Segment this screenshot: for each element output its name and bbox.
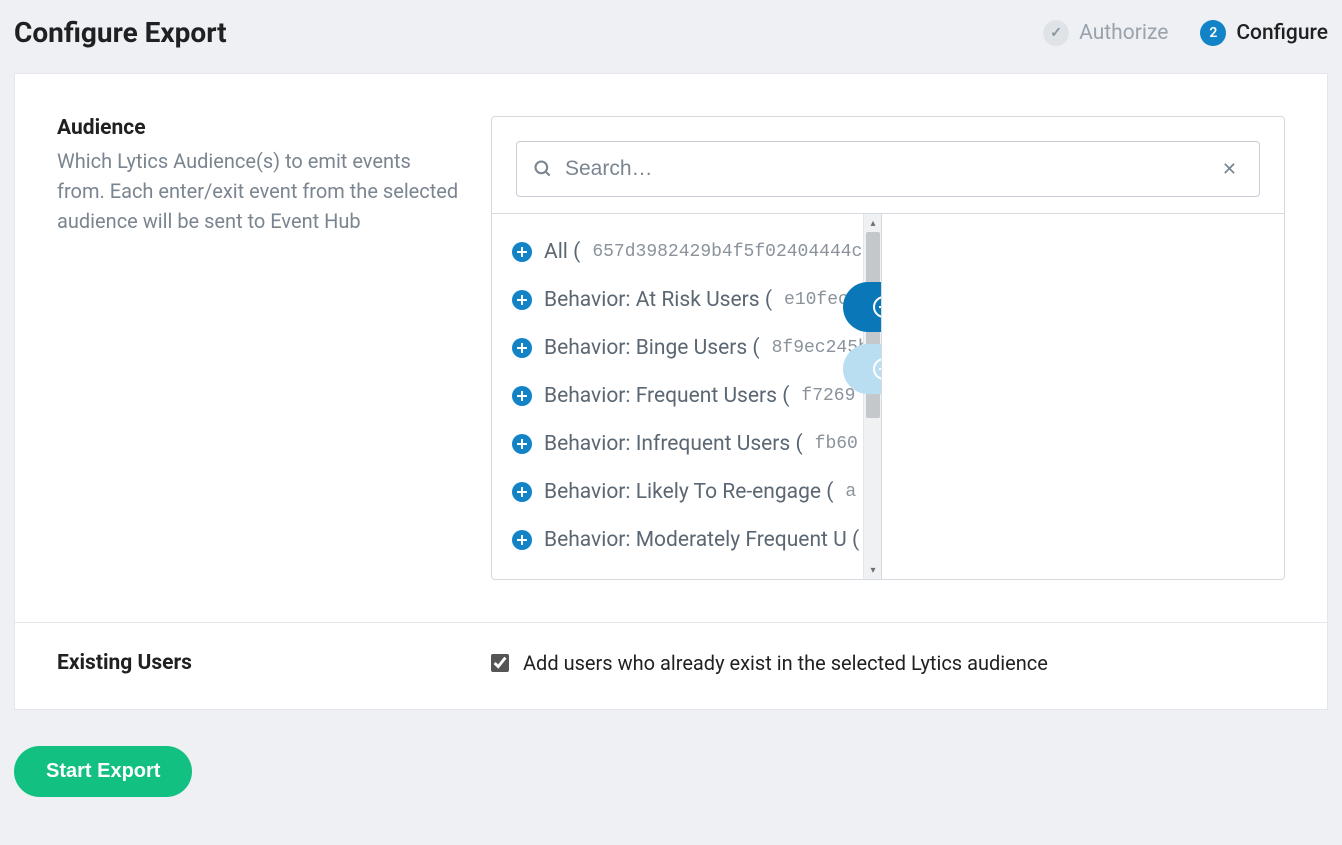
step-configure-badge: 2	[1200, 20, 1226, 46]
step-authorize-label: Authorize	[1079, 21, 1168, 45]
step-indicator: ✓ Authorize 2 Configure	[1043, 20, 1328, 46]
audience-title: Audience	[57, 116, 463, 140]
scroll-up-icon[interactable]: ▴	[864, 216, 882, 230]
audience-section: Audience Which Lytics Audience(s) to emi…	[15, 74, 1327, 623]
list-item[interactable]: Behavior: Frequent Users ( f7269	[510, 372, 873, 420]
scrollbar[interactable]: ▴ ▾	[863, 214, 881, 579]
config-panel: Audience Which Lytics Audience(s) to emi…	[14, 73, 1328, 710]
page-header: Configure Export ✓ Authorize 2 Configure	[0, 0, 1342, 73]
existing-users-info: Existing Users	[57, 651, 491, 681]
existing-users-right: Add users who already exist in the selec…	[491, 651, 1285, 681]
list-item-id: e10fec	[784, 290, 849, 310]
plus-icon	[512, 338, 532, 358]
plus-icon	[512, 482, 532, 502]
list-item[interactable]: Behavior: Binge Users (8f9ec245b	[510, 324, 873, 372]
list-item-id: fb60	[815, 434, 858, 454]
plus-icon	[512, 386, 532, 406]
plus-icon	[512, 530, 532, 550]
audience-picker-wrap: ✕ All ( 657d3982429b4f5f02404444cb2 Behavi…	[491, 116, 1285, 580]
clear-icon[interactable]: ✕	[1216, 159, 1243, 180]
audience-description: Which Lytics Audience(s) to emit events …	[57, 146, 463, 236]
list-item-id: f7269	[801, 386, 855, 406]
audience-picker: ✕ All ( 657d3982429b4f5f02404444cb2 Behavi…	[491, 116, 1285, 580]
list-item-label: Behavior: Binge Users (	[544, 336, 760, 360]
list-item-label: Behavior: Frequent Users (	[544, 384, 789, 408]
audience-lists: All ( 657d3982429b4f5f02404444cb2 Behavior…	[492, 213, 1284, 579]
list-item[interactable]: Behavior: At Risk Users ( e10fec	[510, 276, 873, 324]
search-row: ✕	[492, 117, 1284, 213]
search-input[interactable]	[565, 157, 1216, 181]
list-item-label: Behavior: Moderately Frequent U (	[544, 528, 859, 552]
list-item-label: Behavior: Likely To Re-engage (	[544, 480, 833, 504]
audience-info: Audience Which Lytics Audience(s) to emi…	[57, 116, 491, 580]
list-item[interactable]: Behavior: Moderately Frequent U (	[510, 516, 873, 564]
step-authorize[interactable]: ✓ Authorize	[1043, 20, 1168, 46]
step-configure[interactable]: 2 Configure	[1200, 20, 1328, 46]
existing-users-label: Add users who already exist in the selec…	[523, 651, 1048, 675]
plus-circle-icon	[873, 296, 882, 318]
selected-list	[882, 214, 1284, 579]
minus-circle-icon	[873, 358, 882, 380]
start-export-button[interactable]: Start Export	[14, 746, 192, 797]
list-item-label: All (	[544, 240, 580, 264]
available-list: All ( 657d3982429b4f5f02404444cb2 Behavior…	[492, 214, 882, 579]
existing-users-section: Existing Users Add users who already exi…	[15, 623, 1327, 709]
scroll-down-icon[interactable]: ▾	[864, 563, 882, 577]
list-item-label: Behavior: Infrequent Users (	[544, 432, 803, 456]
search-icon	[533, 159, 553, 179]
list-item-id: a	[845, 482, 856, 502]
existing-users-title: Existing Users	[57, 651, 463, 675]
existing-users-checkbox[interactable]	[491, 654, 509, 672]
footer: Start Export	[0, 710, 1342, 833]
list-item-id: 657d3982429b4f5f02404444cb2	[592, 242, 873, 262]
search-field[interactable]: ✕	[516, 141, 1260, 197]
list-item[interactable]: Behavior: Infrequent Users ( fb60	[510, 420, 873, 468]
plus-icon	[512, 434, 532, 454]
list-item[interactable]: All ( 657d3982429b4f5f02404444cb2	[510, 228, 873, 276]
page-title: Configure Export	[14, 16, 227, 49]
plus-icon	[512, 290, 532, 310]
list-item[interactable]: Behavior: Likely To Re-engage ( a	[510, 468, 873, 516]
step-configure-label: Configure	[1236, 21, 1328, 45]
list-item-label: Behavior: At Risk Users (	[544, 288, 772, 312]
existing-users-checkbox-row[interactable]: Add users who already exist in the selec…	[491, 651, 1285, 675]
step-authorize-badge: ✓	[1043, 20, 1069, 46]
plus-icon	[512, 242, 532, 262]
